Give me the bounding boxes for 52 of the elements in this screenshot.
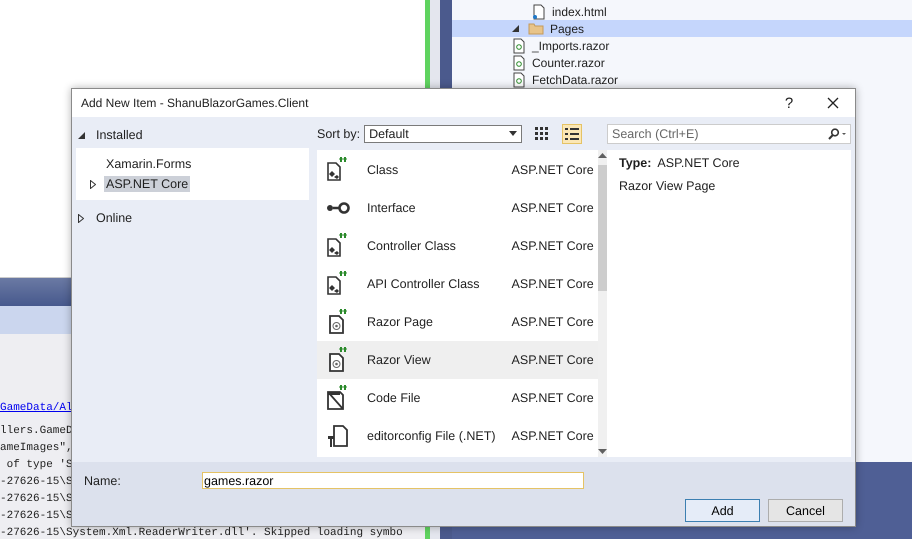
wrench-file-icon <box>325 422 351 450</box>
expand-arrow-icon[interactable] <box>90 180 96 188</box>
template-item[interactable]: Controller Class ASP.NET Core <box>317 227 598 265</box>
output-line: -27626-15\S <box>0 493 73 505</box>
output-line: -27626-15\S <box>0 476 73 488</box>
explorer-item[interactable]: Counter.razor <box>452 54 912 71</box>
explorer-item[interactable]: _Imports.razor <box>452 37 912 54</box>
explorer-item[interactable]: Pages <box>452 20 912 37</box>
category-item[interactable]: Xamarin.Forms <box>104 156 194 172</box>
output-line: ameImages", <box>0 442 73 454</box>
template-item[interactable]: Razor Page ASP.NET Core <box>317 303 598 341</box>
name-field[interactable]: games.razor <box>202 472 584 489</box>
type-label: Type: <box>619 156 652 170</box>
list-view-button[interactable] <box>562 124 582 144</box>
close-icon <box>827 97 839 109</box>
template-item[interactable]: Interface ASP.NET Core <box>317 189 598 227</box>
output-line: -27626-15\S <box>0 510 73 522</box>
expand-arrow-icon[interactable] <box>78 214 84 222</box>
sort-dropdown[interactable]: Default <box>364 124 522 142</box>
category-item[interactable]: Installed <box>72 125 309 145</box>
dropdown-arrow-icon <box>509 131 518 136</box>
output-link[interactable]: GameData/Al <box>0 402 73 414</box>
add-button[interactable]: Add <box>685 499 760 522</box>
name-label: Name: <box>84 474 122 488</box>
help-button[interactable]: ? <box>767 89 811 117</box>
output-line: llers.GameD <box>0 425 73 437</box>
razor-file-icon <box>512 54 526 70</box>
folder-icon <box>528 22 544 35</box>
scrollbar[interactable] <box>598 150 607 457</box>
dialog-title: Add New Item - ShanuBlazorGames.Client <box>81 96 310 110</box>
search-icon <box>827 128 847 140</box>
explorer-item[interactable]: index.html <box>452 3 912 20</box>
search-field[interactable]: Search (Ctrl+E) <box>607 124 851 144</box>
scroll-up-icon[interactable] <box>598 153 607 158</box>
category-item[interactable]: Online <box>72 208 309 228</box>
cancel-button[interactable]: Cancel <box>768 499 843 522</box>
output-line: -27626-15\System.Xml.ReaderWriter.dll'. Skipped loading symbo <box>0 527 403 539</box>
type-value: ASP.NET Core <box>657 156 740 170</box>
web-file-icon <box>532 4 546 20</box>
expand-arrow-icon[interactable] <box>78 132 85 138</box>
template-item[interactable]: editorconfig File (.NET) ASP.NET Core <box>317 417 598 455</box>
razor-file-icon <box>512 38 526 54</box>
scroll-down-icon[interactable] <box>598 449 607 454</box>
template-item[interactable]: Razor View ASP.NET Core <box>317 341 598 379</box>
template-description: Razor View Page <box>619 179 716 193</box>
sort-label: Sort by: <box>317 126 360 140</box>
template-item[interactable]: Class ASP.NET Core <box>317 151 598 189</box>
template-item[interactable]: Code File ASP.NET Core <box>317 379 598 417</box>
category-item[interactable]: ASP.NET Core <box>104 176 190 192</box>
explorer-item[interactable]: FetchData.razor <box>452 71 912 88</box>
template-item[interactable]: API Controller Class ASP.NET Core <box>317 265 598 303</box>
expand-arrow-icon[interactable] <box>512 25 519 32</box>
